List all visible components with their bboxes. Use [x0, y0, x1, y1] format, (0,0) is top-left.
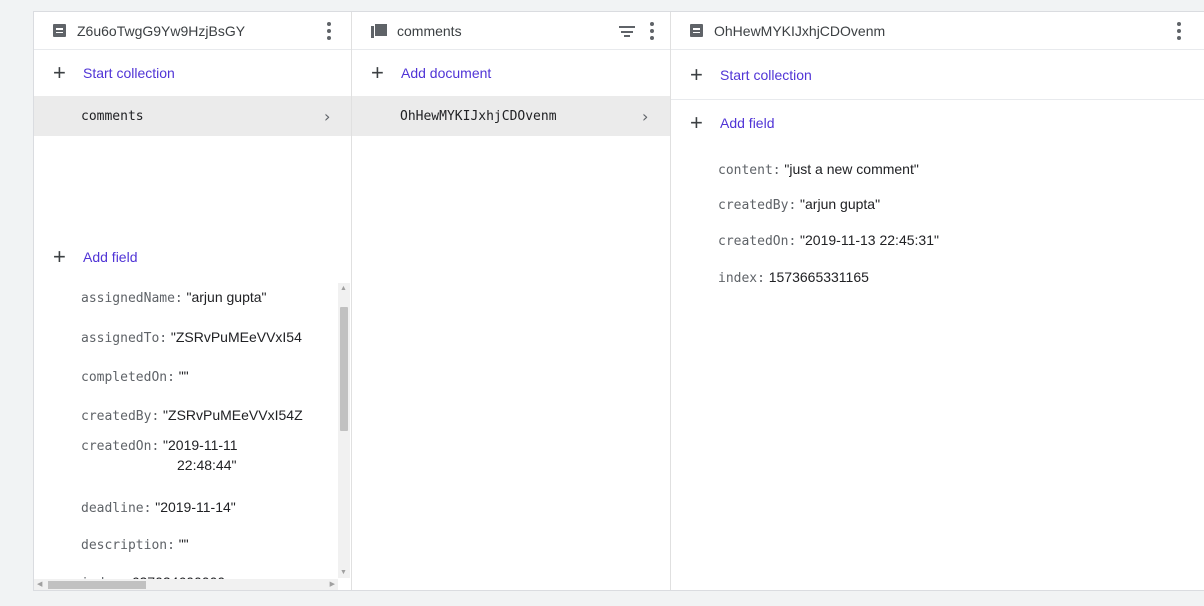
field-row[interactable]: description: ""	[81, 536, 189, 553]
field-row[interactable]: completedOn: ""	[81, 368, 189, 385]
vertical-scrollbar[interactable]: ▲ ▼	[338, 283, 350, 578]
horizontal-scrollbar-thumb[interactable]	[48, 581, 146, 589]
field-row[interactable]: createdBy: "ZSRvPuMEeVVxI54Z	[81, 407, 303, 424]
field-row[interactable]: deadline: "2019-11-14"	[81, 499, 236, 516]
field-row[interactable]: createdOn: "2019-11-13 22:45:31"	[718, 232, 939, 249]
vertical-scrollbar-thumb[interactable]	[340, 307, 348, 431]
firestore-data-viewer: Z6u6oTwgG9Yw9HzjBsGY + Start collection …	[33, 11, 1204, 591]
plus-icon: +	[371, 60, 384, 85]
field-row[interactable]: assignedTo: "ZSRvPuMEeVVxI54	[81, 329, 302, 346]
plus-icon: +	[690, 110, 703, 135]
chevron-right-icon: ›	[642, 106, 649, 126]
add-document-button[interactable]: + Add document	[352, 50, 670, 96]
collection-panel: comments + Add document OhHewMYKIJxhjCDO…	[352, 12, 671, 590]
field-row[interactable]: assignedName: "arjun gupta"	[81, 289, 267, 306]
start-collection-button[interactable]: + Start collection	[671, 50, 1204, 100]
field-row[interactable]: index: 1573665331165	[718, 269, 869, 286]
field-row[interactable]: createdBy: "arjun gupta"	[718, 196, 880, 213]
collection-title: comments	[397, 22, 462, 39]
more-vert-icon[interactable]	[650, 22, 654, 40]
field-list: assignedName: "arjun gupta" assignedTo: …	[34, 12, 338, 579]
scroll-left-icon[interactable]: ◀	[37, 580, 42, 588]
selected-document-panel: OhHewMYKIJxhjCDOvenm + Start collection …	[671, 12, 1204, 590]
scroll-up-icon[interactable]: ▲	[340, 285, 347, 292]
scroll-right-icon[interactable]: ▶	[330, 580, 335, 588]
add-field-label: Add field	[720, 115, 775, 131]
field-row[interactable]: content: "just a new comment"	[718, 161, 919, 178]
collection-panel-header: comments	[352, 12, 670, 50]
document-item-label: OhHewMYKIJxhjCDOvenm	[400, 108, 557, 124]
filter-icon[interactable]	[619, 26, 635, 37]
selected-document-header: OhHewMYKIJxhjCDOvenm	[671, 12, 1204, 50]
more-vert-icon[interactable]	[1177, 22, 1181, 40]
collection-icon	[371, 23, 387, 38]
horizontal-scrollbar[interactable]: ◀ ▶	[34, 579, 338, 590]
start-collection-label: Start collection	[720, 66, 812, 83]
plus-icon: +	[690, 61, 703, 87]
field-row[interactable]: createdOn: "2019-11-11 22:48:44"	[81, 437, 238, 473]
selected-document-title: OhHewMYKIJxhjCDOvenm	[714, 22, 886, 39]
document-panel: Z6u6oTwgG9Yw9HzjBsGY + Start collection …	[34, 12, 352, 590]
scroll-down-icon[interactable]: ▼	[340, 569, 347, 576]
add-field-button[interactable]: + Add field	[671, 100, 1204, 146]
add-document-label: Add document	[401, 65, 492, 81]
document-icon	[690, 24, 703, 37]
document-item[interactable]: OhHewMYKIJxhjCDOvenm ›	[352, 96, 670, 136]
